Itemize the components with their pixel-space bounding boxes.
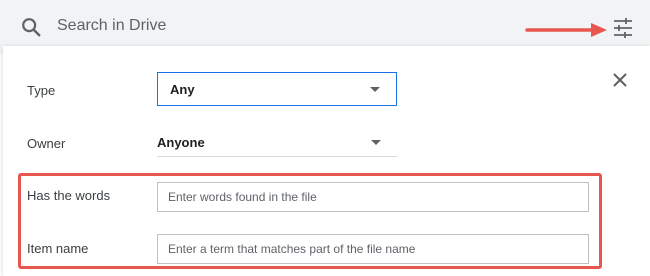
tune-icon[interactable] xyxy=(613,18,633,38)
type-label: Type xyxy=(27,83,56,98)
has-words-label: Has the words xyxy=(27,188,111,203)
item-name-label: Item name xyxy=(27,241,89,256)
item-name-input[interactable] xyxy=(157,234,589,264)
chevron-down-icon xyxy=(371,140,381,145)
annotation-arrow xyxy=(525,23,607,37)
owner-select[interactable]: Anyone xyxy=(157,127,397,157)
owner-label: Owner xyxy=(27,136,66,151)
type-select-value: Any xyxy=(170,82,195,97)
owner-select-value: Anyone xyxy=(157,135,205,150)
close-icon[interactable] xyxy=(612,72,628,88)
has-words-input[interactable] xyxy=(157,182,589,212)
search-input[interactable]: Search in Drive xyxy=(57,17,166,35)
search-icon[interactable] xyxy=(20,16,42,38)
type-select[interactable]: Any xyxy=(157,72,397,106)
chevron-down-icon xyxy=(370,87,380,92)
